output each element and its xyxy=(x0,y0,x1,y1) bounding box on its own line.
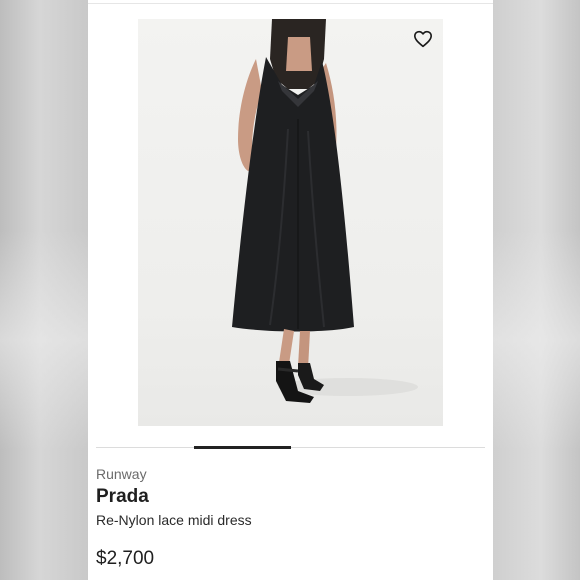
dress-photo xyxy=(232,19,418,403)
product-image[interactable] xyxy=(138,19,443,426)
product-price: $2,700 xyxy=(96,548,155,569)
product-card: Runway Prada Re-Nylon lace midi dress $2… xyxy=(88,0,493,580)
right-backdrop xyxy=(493,0,580,580)
carousel-active-indicator[interactable] xyxy=(194,446,291,449)
heart-outline-icon xyxy=(414,30,432,48)
product-category: Runway xyxy=(96,466,147,482)
favorite-button[interactable] xyxy=(411,27,435,51)
top-divider xyxy=(88,3,493,4)
product-brand[interactable]: Prada xyxy=(96,486,149,508)
left-backdrop xyxy=(0,0,88,580)
product-title[interactable]: Re-Nylon lace midi dress xyxy=(96,512,252,528)
